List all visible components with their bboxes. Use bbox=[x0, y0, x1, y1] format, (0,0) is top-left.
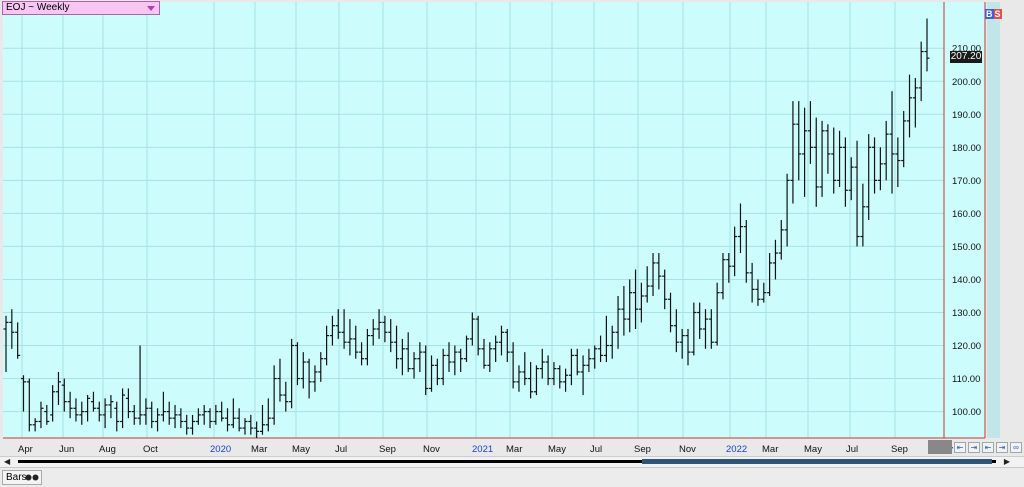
price-chart[interactable]: 100.00 110.00 120.00 130.00 140.00 150.00 160.… bbox=[0, 0, 1024, 456]
y-tick-label: 200.00 bbox=[952, 77, 981, 88]
scroll-thumb[interactable] bbox=[642, 459, 992, 464]
x-tick-label: May bbox=[548, 444, 566, 455]
x-tick-label: Mar bbox=[762, 444, 778, 455]
dropdown-arrow-icon[interactable] bbox=[147, 6, 155, 11]
chart-nav-buttons: ⇤ ⇥ ⇤ ⇥ ∞ bbox=[954, 442, 1024, 454]
x-tick-label: 2022 bbox=[726, 444, 747, 455]
chart-frame: 100.00 110.00 120.00 130.00 140.00 150.00 160.… bbox=[0, 0, 1024, 487]
last-price-label: 207.20 bbox=[950, 51, 982, 64]
y-tick-label: 170.00 bbox=[952, 176, 981, 187]
symbol-title: EOJ ~ Weekly bbox=[6, 2, 70, 13]
y-tick-label: 140.00 bbox=[952, 275, 981, 286]
symbol-title-dropdown[interactable]: EOJ ~ Weekly bbox=[2, 1, 160, 15]
scroll-right-icon[interactable]: ▶ bbox=[1004, 458, 1010, 466]
price-axis-area bbox=[944, 2, 985, 438]
y-tick-label: 100.00 bbox=[952, 407, 981, 418]
x-tick-label: Jun bbox=[59, 444, 74, 455]
x-tick-label: May bbox=[292, 444, 310, 455]
y-tick-label: 150.00 bbox=[952, 242, 981, 253]
x-tick-label: Mar bbox=[251, 444, 267, 455]
x-tick-label: May bbox=[804, 444, 822, 455]
bars-link-icon bbox=[25, 474, 39, 481]
scroll-start-icon[interactable]: ⇤ bbox=[982, 442, 994, 453]
current-time-marker bbox=[928, 440, 952, 454]
zoom-in-icon[interactable]: ⇥ bbox=[968, 442, 980, 453]
plot-area bbox=[3, 2, 944, 438]
y-tick-label: 130.00 bbox=[952, 308, 981, 319]
x-tick-label: Aug bbox=[99, 444, 116, 455]
bars-tab-label: Bars bbox=[6, 472, 27, 483]
x-tick-label: 2021 bbox=[472, 444, 493, 455]
x-tick-label: Oct bbox=[143, 444, 158, 455]
x-tick-label: Nov bbox=[679, 444, 696, 455]
bars-tab[interactable]: Bars bbox=[2, 470, 42, 485]
sell-badge[interactable]: S bbox=[993, 9, 1002, 19]
x-tick-label: Nov bbox=[423, 444, 440, 455]
chart-scrollbar[interactable]: ◀ ▶ bbox=[0, 456, 1024, 467]
x-tick-label: Jul bbox=[590, 444, 602, 455]
chain-link-icon[interactable]: ∞ bbox=[1010, 442, 1022, 453]
x-tick-label: Sep bbox=[891, 444, 908, 455]
x-tick-label: 2020 bbox=[210, 444, 231, 455]
x-tick-label: Apr bbox=[18, 444, 33, 455]
right-strip bbox=[987, 2, 1000, 438]
buy-badge[interactable]: B bbox=[985, 9, 994, 19]
bottom-bar: Bars bbox=[0, 467, 1024, 487]
y-tick-label: 190.00 bbox=[952, 110, 981, 121]
scroll-left-icon[interactable]: ◀ bbox=[4, 458, 10, 466]
buy-sell-badge[interactable]: BS bbox=[985, 8, 1002, 20]
x-tick-label: Mar bbox=[506, 444, 522, 455]
y-tick-label: 110.00 bbox=[952, 374, 980, 385]
x-tick-label: Sep bbox=[634, 444, 651, 455]
y-tick-label: 120.00 bbox=[952, 341, 981, 352]
scroll-end-icon[interactable]: ⇥ bbox=[996, 442, 1008, 453]
x-tick-label: Jul bbox=[846, 444, 858, 455]
y-tick-label: 160.00 bbox=[952, 209, 981, 220]
x-tick-label: Sep bbox=[379, 444, 396, 455]
x-tick-label: Jul bbox=[335, 444, 347, 455]
zoom-out-icon[interactable]: ⇤ bbox=[954, 442, 966, 453]
y-tick-label: 180.00 bbox=[952, 143, 981, 154]
